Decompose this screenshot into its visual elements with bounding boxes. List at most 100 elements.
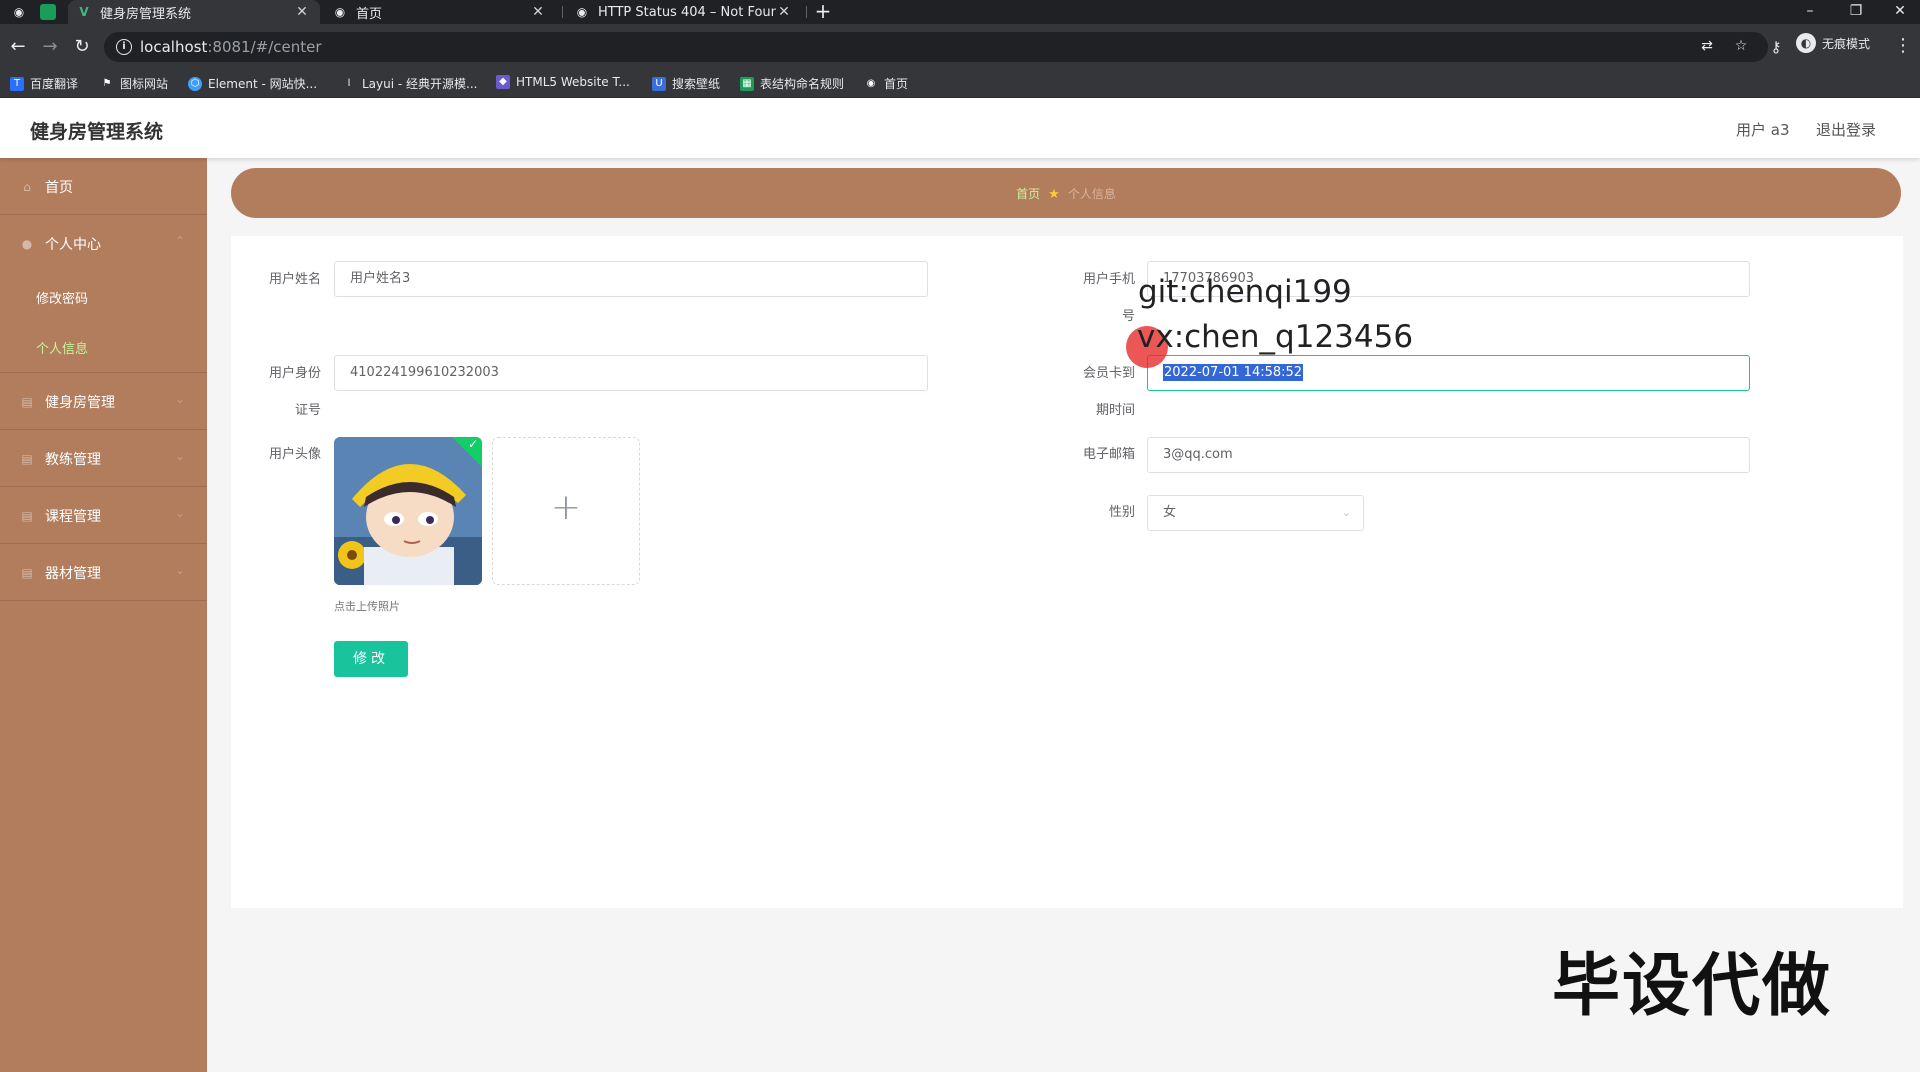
- sidebar-item-personal-center[interactable]: ● 个人中心 ⌃: [0, 215, 207, 272]
- profile-form-card: 用户姓名 用户姓名3 用户身份 证号 410224199610232003 用户…: [231, 236, 1903, 908]
- name-label: 用户姓名: [268, 272, 321, 287]
- chevron-down-icon: ⌄: [174, 392, 185, 406]
- globe-icon: ◉: [576, 5, 588, 19]
- gender-value: 女: [1163, 505, 1177, 520]
- name-input[interactable]: 用户姓名3: [334, 261, 928, 297]
- html5-icon: ◆: [496, 75, 510, 89]
- id-label-line1: 用户身份: [268, 366, 321, 381]
- git-overlay-text: git:chenqi199: [1138, 274, 1352, 310]
- restore-button[interactable]: ❐: [1836, 0, 1876, 24]
- chevron-down-icon: ⌄: [174, 563, 185, 577]
- incognito-label: 无痕模式: [1822, 36, 1871, 51]
- submit-button[interactable]: 修改: [334, 641, 408, 677]
- forward-arrow-icon[interactable]: →: [38, 35, 62, 59]
- flag-icon: ⚑: [102, 77, 112, 89]
- watermark-text: 毕设代做: [1552, 947, 1833, 1026]
- bookmarks-bar: T 百度翻译 ⚑ 图标网站 ⬡ Element - 网站快... l Layui - 经…: [0, 70, 1920, 98]
- table-icon: ▦: [740, 76, 754, 91]
- vue-icon: V: [79, 5, 89, 19]
- app-title: 健身房管理系统: [30, 121, 164, 143]
- key-icon[interactable]: ⚷: [1764, 35, 1788, 59]
- tab-divider: [806, 6, 807, 18]
- close-icon[interactable]: ✕: [294, 4, 310, 20]
- upload-hint: 点击上传照片: [334, 600, 400, 613]
- phone-label-line1: 用户手机: [1082, 272, 1135, 287]
- chevron-down-icon: ⌄: [174, 506, 185, 520]
- chevron-down-icon: ⌄: [174, 449, 185, 463]
- close-icon[interactable]: ✕: [530, 4, 546, 20]
- avatar-illustration: [334, 437, 482, 585]
- close-icon[interactable]: ✕: [776, 4, 792, 20]
- layui-icon: l: [347, 77, 351, 89]
- sidebar-subitem-change-password[interactable]: 修改密码: [0, 272, 207, 322]
- close-window-button[interactable]: ✕: [1880, 0, 1920, 24]
- logout-button[interactable]: 退出登录: [1816, 119, 1876, 140]
- sidebar-item-coach-management[interactable]: ▤ 教练管理 ⌄: [0, 430, 207, 487]
- sidebar-subitem-personal-info[interactable]: 个人信息: [0, 322, 207, 372]
- grid-icon: ▤: [21, 452, 33, 466]
- reload-icon[interactable]: ↻: [70, 35, 94, 59]
- email-input[interactable]: 3@qq.com: [1147, 437, 1750, 473]
- incognito-icon: ◐: [1796, 33, 1816, 53]
- incognito-indicator[interactable]: ◐ 无痕模式: [1796, 33, 1870, 53]
- url-text[interactable]: localhost:8081/#/center: [140, 38, 322, 56]
- sidebar-item-home[interactable]: ⌂ 首页: [0, 158, 207, 215]
- sidebar: ⌂ 首页 ● 个人中心 ⌃ 修改密码 个人信息 ▤ 健身房管理 ⌄ ▤ 教练管理…: [0, 158, 207, 1072]
- wallpaper-icon: U: [652, 76, 666, 91]
- app-header: 健身房管理系统 用户 a3 退出登录: [0, 98, 1920, 158]
- translate-icon[interactable]: ⇄: [1698, 38, 1716, 56]
- avatar-image[interactable]: ✓: [334, 437, 482, 585]
- bookmark-item[interactable]: U 搜索壁纸: [652, 75, 720, 92]
- vx-overlay-text: vx:chen_q123456: [1137, 319, 1414, 355]
- translate-bookmark-icon: T: [10, 76, 24, 91]
- globe-icon: ◉: [334, 5, 346, 19]
- tab-404[interactable]: ◉ HTTP Status 404 – Not Found ✕: [566, 0, 802, 24]
- bookmark-item[interactable]: l Layui - 经典开源模...: [342, 75, 478, 92]
- id-number-input[interactable]: 410224199610232003: [334, 355, 928, 391]
- phone-label-line2: 号: [1121, 309, 1135, 324]
- personal-center-submenu: 修改密码 个人信息: [0, 272, 207, 373]
- chevron-down-icon: ⌄: [1341, 506, 1351, 519]
- tab-home[interactable]: ◉ 首页 ✕: [324, 0, 556, 24]
- tab-gym-system[interactable]: V 健身房管理系统 ✕: [68, 0, 320, 24]
- id-label-line2: 证号: [294, 403, 321, 418]
- gender-label: 性别: [1108, 505, 1135, 520]
- minimize-button[interactable]: –: [1790, 0, 1830, 24]
- star-icon[interactable]: ☆: [1732, 38, 1750, 56]
- sidebar-item-equipment-management[interactable]: ▤ 器材管理 ⌄: [0, 544, 207, 601]
- email-label: 电子邮箱: [1082, 447, 1135, 462]
- expiry-label-line2: 期时间: [1095, 403, 1135, 418]
- chevron-up-icon: ⌃: [174, 234, 185, 248]
- gender-select[interactable]: 女 ⌄: [1147, 495, 1364, 531]
- bookmark-item[interactable]: T 百度翻译: [10, 75, 78, 92]
- user-icon: ●: [21, 237, 33, 251]
- breadcrumb: 首页 ★ 个人信息: [231, 168, 1901, 218]
- bookmark-item[interactable]: ⬡ Element - 网站快...: [188, 75, 317, 92]
- address-bar[interactable]: i localhost:8081/#/center ⇄ ☆: [104, 32, 1768, 62]
- check-icon: ✓: [467, 437, 478, 451]
- app-icon[interactable]: [40, 4, 56, 20]
- star-icon: ★: [1048, 187, 1060, 202]
- selected-text: 2022-07-01 14:58:52: [1163, 364, 1304, 381]
- membership-expiry-input[interactable]: 2022-07-01 14:58:52: [1147, 355, 1750, 391]
- url-path: :8081/#/center: [207, 38, 322, 56]
- bookmark-item[interactable]: ⚑ 图标网站: [100, 75, 169, 92]
- bookmark-item[interactable]: ◉ 首页: [864, 75, 908, 92]
- breadcrumb-home[interactable]: 首页: [1016, 187, 1040, 201]
- browser-menu-icon[interactable]: ⋮: [1894, 35, 1912, 56]
- url-host: localhost: [140, 38, 208, 56]
- info-icon[interactable]: i: [116, 39, 132, 55]
- grid-icon: ▤: [21, 509, 33, 523]
- bookmark-item[interactable]: ◆ HTML5 Website T...: [496, 75, 630, 89]
- sidebar-item-gym-management[interactable]: ▤ 健身房管理 ⌄: [0, 373, 207, 430]
- avatar-upload-trigger[interactable]: +: [492, 437, 640, 585]
- back-arrow-icon[interactable]: ←: [6, 35, 30, 59]
- sidebar-item-course-management[interactable]: ▤ 课程管理 ⌄: [0, 487, 207, 544]
- grid-icon: ▤: [21, 566, 33, 580]
- bookmark-item[interactable]: ▦ 表结构命名规则: [740, 75, 844, 92]
- avatar-label: 用户头像: [268, 447, 321, 462]
- new-tab-button[interactable]: +: [812, 1, 834, 23]
- globe-icon: ◉: [866, 77, 876, 89]
- chrome-icon[interactable]: ◉: [10, 3, 28, 21]
- element-icon: ⬡: [188, 76, 202, 91]
